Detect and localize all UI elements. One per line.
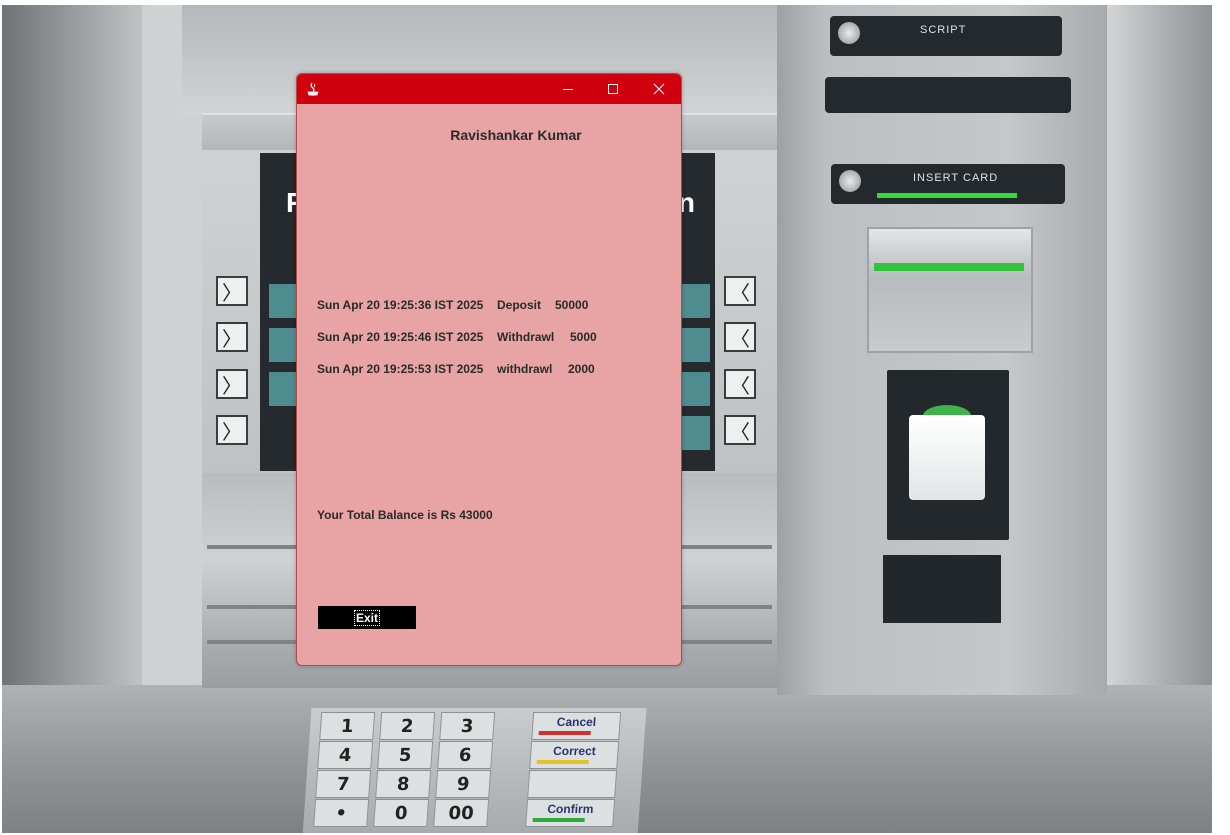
mini-statement-window: Ravishankar Kumar Sun Apr 20 19:25:36 IS… — [296, 73, 682, 666]
transaction-amount: 50000 — [555, 298, 589, 312]
atm-cash-paper — [909, 415, 985, 500]
atm-card-slot — [867, 227, 1033, 353]
atm-card-indicator — [877, 193, 1017, 198]
keypad-key: 00 — [433, 799, 490, 827]
transaction-date: Sun Apr 20 19:25:36 IST 2025 — [317, 298, 484, 312]
minimize-icon — [563, 89, 573, 90]
atm-side-key-left: 〉 — [216, 322, 248, 352]
keypad-key: 4 — [317, 741, 374, 769]
keypad-function-label: Cancel — [556, 715, 597, 729]
atm-side-key-left: 〉 — [216, 415, 248, 445]
exit-button[interactable]: Exit — [318, 606, 416, 629]
keypad-confirm-key: Confirm — [525, 799, 616, 827]
exit-button-label: Exit — [353, 609, 381, 626]
keypad-key: 9 — [435, 770, 492, 798]
keypad-key: 8 — [375, 770, 432, 798]
transaction-date: Sun Apr 20 19:25:53 IST 2025 — [317, 362, 484, 376]
transaction-amount: 2000 — [568, 362, 595, 376]
keypad-key: 1 — [319, 712, 376, 740]
keypad-stripe — [538, 731, 591, 735]
atm-side-key-left: 〉 — [216, 369, 248, 399]
keypad-key: 3 — [439, 712, 496, 740]
atm-side-key-right: 〈 — [724, 322, 756, 352]
close-button[interactable] — [636, 74, 681, 104]
title-bar[interactable] — [297, 74, 681, 104]
atm-script-label: SCRIPT — [830, 16, 1062, 56]
transaction-type: withdrawl — [497, 362, 553, 376]
atm-side-key-right: 〈 — [724, 369, 756, 399]
keypad-key: 5 — [377, 741, 434, 769]
keypad-function-label: Correct — [552, 744, 597, 758]
keypad-key: 6 — [437, 741, 494, 769]
keypad-key: 2 — [379, 712, 436, 740]
maximize-icon — [608, 84, 618, 94]
atm-side-key-left: 〉 — [216, 276, 248, 306]
keypad-function-label: Confirm — [546, 802, 594, 816]
atm-panel-label: INSERT CARD — [913, 172, 999, 184]
keypad-blank-key — [527, 770, 618, 798]
atm-knob-icon — [838, 22, 860, 44]
transaction-date: Sun Apr 20 19:25:46 IST 2025 — [317, 330, 484, 344]
window-content: Ravishankar Kumar Sun Apr 20 19:25:36 IS… — [297, 104, 681, 665]
keypad-cancel-key: Cancel — [531, 712, 622, 740]
atm-insert-card-label: INSERT CARD — [831, 164, 1065, 204]
keypad-key: • — [313, 799, 370, 827]
atm-receipt-slot — [825, 77, 1071, 113]
keypad-stripe — [536, 760, 589, 764]
minimize-button[interactable] — [545, 74, 591, 104]
account-holder-name: Ravishankar Kumar — [450, 127, 582, 143]
atm-cash-dispenser — [887, 370, 1009, 540]
atm-keypad: 1 2 3 4 5 6 7 8 9 • 0 00 Cancel Correct … — [302, 708, 647, 833]
atm-knob-icon — [839, 170, 861, 192]
total-balance-text: Your Total Balance is Rs 43000 — [317, 508, 493, 522]
atm-side-key-right: 〈 — [724, 415, 756, 445]
transaction-amount: 5000 — [570, 330, 597, 344]
keypad-stripe — [532, 818, 585, 822]
maximize-button[interactable] — [590, 74, 636, 104]
atm-panel-label: SCRIPT — [920, 24, 967, 36]
atm-side-key-right: 〈 — [724, 276, 756, 306]
java-app-icon — [307, 82, 319, 96]
transaction-type: Deposit — [497, 298, 542, 312]
keypad-correct-key: Correct — [529, 741, 620, 769]
atm-card-slot-light — [874, 263, 1024, 271]
atm-receipt-box — [883, 555, 1001, 623]
transaction-type: Withdrawl — [497, 330, 555, 344]
keypad-key: 0 — [373, 799, 430, 827]
keypad-key: 7 — [315, 770, 372, 798]
close-icon — [653, 83, 665, 95]
